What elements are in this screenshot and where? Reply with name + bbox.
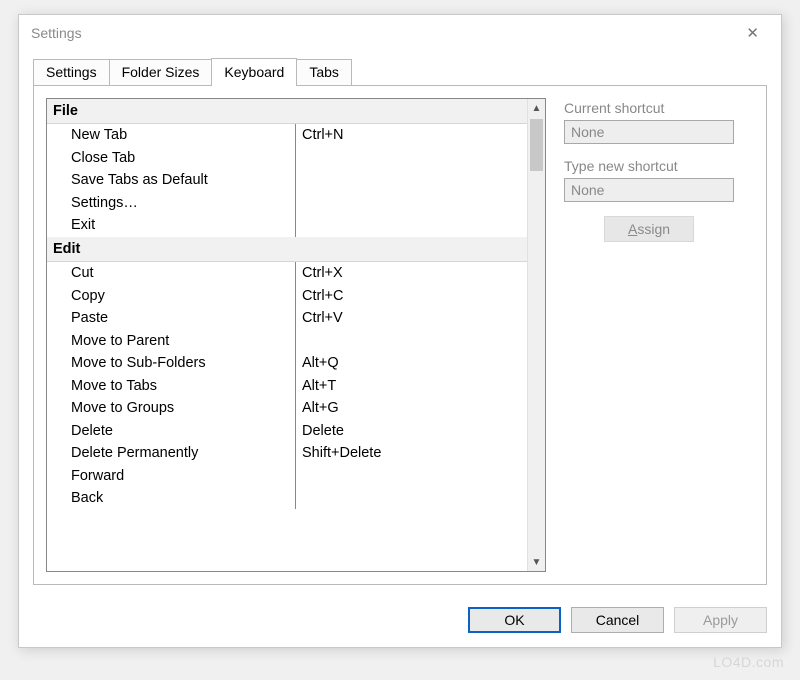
shortcut-row[interactable]: Delete PermanentlyShift+Delete: [47, 442, 527, 464]
shortcut-row[interactable]: CopyCtrl+C: [47, 285, 527, 307]
shortcut-editor: Current shortcut None Type new shortcut …: [564, 98, 754, 572]
shortcut-row[interactable]: Settings…: [47, 192, 527, 214]
shortcut-label: [296, 465, 302, 487]
shortcut-row[interactable]: Move to TabsAlt+T: [47, 375, 527, 397]
shortcut-row[interactable]: Move to Parent: [47, 330, 527, 352]
apply-button: Apply: [674, 607, 767, 633]
command-label: Forward: [71, 465, 296, 487]
watermark: LO4D.com: [713, 654, 784, 670]
shortcut-label: Ctrl+V: [296, 307, 343, 329]
command-label: Move to Tabs: [71, 375, 296, 397]
command-label: Move to Parent: [71, 330, 296, 352]
shortcut-row[interactable]: Move to Sub-FoldersAlt+Q: [47, 352, 527, 374]
shortcut-label: [296, 147, 302, 169]
dialog-footer: OK Cancel Apply: [19, 597, 781, 647]
shortcut-row[interactable]: DeleteDelete: [47, 420, 527, 442]
shortcut-label: [296, 330, 302, 352]
command-label: New Tab: [71, 124, 296, 146]
command-label: Move to Sub-Folders: [71, 352, 296, 374]
shortcut-row[interactable]: Back: [47, 487, 527, 509]
shortcut-label: [296, 487, 302, 509]
close-icon[interactable]: ✕: [736, 18, 769, 48]
shortcut-label: Alt+Q: [296, 352, 339, 374]
tab-tabs[interactable]: Tabs: [296, 59, 352, 85]
command-label: Delete Permanently: [71, 442, 296, 464]
tab-settings[interactable]: Settings: [33, 59, 110, 85]
tab-folder-sizes[interactable]: Folder Sizes: [109, 59, 213, 85]
current-shortcut-label: Current shortcut: [564, 100, 754, 116]
group-header: File: [47, 99, 527, 124]
scroll-thumb[interactable]: [530, 119, 543, 171]
new-shortcut-field[interactable]: None: [564, 178, 734, 202]
shortcut-label: Ctrl+N: [296, 124, 344, 146]
command-label: Back: [71, 487, 296, 509]
scroll-down-icon[interactable]: ▼: [528, 553, 545, 571]
shortcut-label: Alt+G: [296, 397, 339, 419]
shortcut-row[interactable]: CutCtrl+X: [47, 262, 527, 284]
shortcut-label: Alt+T: [296, 375, 336, 397]
command-label: Exit: [71, 214, 296, 236]
shortcut-label: Ctrl+C: [296, 285, 344, 307]
shortcut-row[interactable]: PasteCtrl+V: [47, 307, 527, 329]
cancel-button[interactable]: Cancel: [571, 607, 664, 633]
command-label: Settings…: [71, 192, 296, 214]
command-label: Paste: [71, 307, 296, 329]
shortcut-row[interactable]: Save Tabs as Default: [47, 169, 527, 191]
shortcut-label: Delete: [296, 420, 344, 442]
tab-keyboard[interactable]: Keyboard: [211, 58, 297, 86]
shortcut-row[interactable]: New TabCtrl+N: [47, 124, 527, 146]
group-header: Edit: [47, 237, 527, 262]
dialog-body: SettingsFolder SizesKeyboardTabs FileNew…: [19, 51, 781, 597]
command-label: Cut: [71, 262, 296, 284]
window-title: Settings: [31, 25, 736, 41]
shortcut-label: [296, 214, 302, 236]
scrollbar-vertical[interactable]: ▲ ▼: [527, 99, 545, 571]
new-shortcut-label: Type new shortcut: [564, 158, 754, 174]
ok-button[interactable]: OK: [468, 607, 561, 633]
settings-dialog: Settings ✕ SettingsFolder SizesKeyboardT…: [18, 14, 782, 648]
shortcut-row[interactable]: Close Tab: [47, 147, 527, 169]
command-label: Delete: [71, 420, 296, 442]
shortcut-label: Shift+Delete: [296, 442, 381, 464]
shortcut-row[interactable]: Forward: [47, 465, 527, 487]
shortcut-label: [296, 169, 302, 191]
shortcut-row[interactable]: Move to GroupsAlt+G: [47, 397, 527, 419]
command-label: Save Tabs as Default: [71, 169, 296, 191]
shortcut-row[interactable]: Exit: [47, 214, 527, 236]
scroll-up-icon[interactable]: ▲: [528, 99, 545, 117]
tab-keyboard-pane: FileNew TabCtrl+NClose TabSave Tabs as D…: [33, 85, 767, 585]
tabstrip: SettingsFolder SizesKeyboardTabs: [33, 57, 767, 85]
titlebar: Settings ✕: [19, 15, 781, 51]
shortcut-label: Ctrl+X: [296, 262, 343, 284]
current-shortcut-field: None: [564, 120, 734, 144]
shortcut-label: [296, 192, 302, 214]
command-label: Move to Groups: [71, 397, 296, 419]
command-label: Close Tab: [71, 147, 296, 169]
command-label: Copy: [71, 285, 296, 307]
assign-button: Assign: [604, 216, 694, 242]
shortcut-list[interactable]: FileNew TabCtrl+NClose TabSave Tabs as D…: [46, 98, 546, 572]
